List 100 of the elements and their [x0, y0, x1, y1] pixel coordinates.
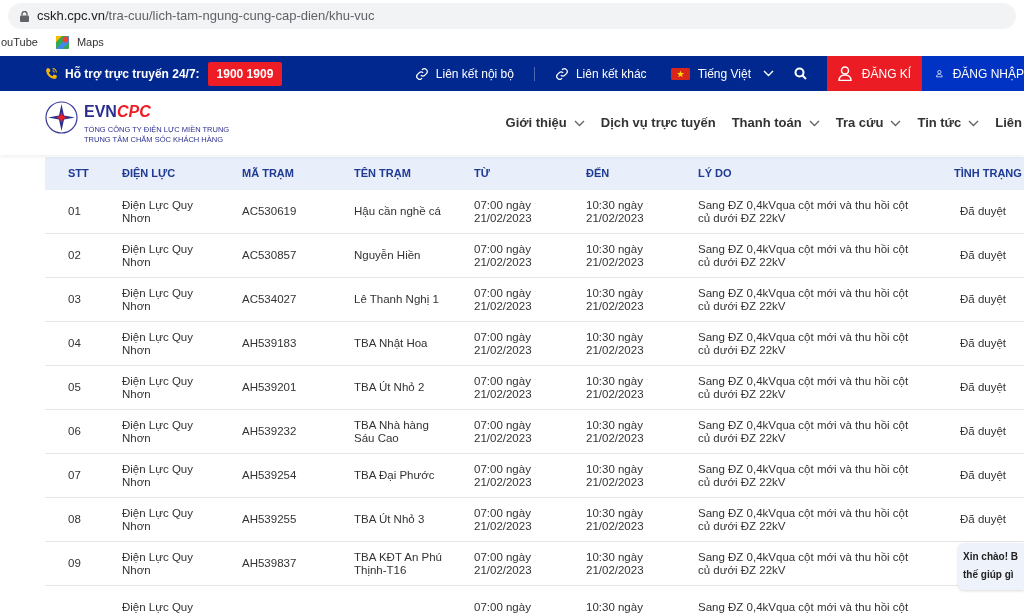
- nav-item[interactable]: Dịch vụ trực tuyến: [600, 113, 716, 133]
- nav-item[interactable]: Tin tức: [917, 113, 980, 133]
- table-cell: AH539254: [242, 469, 297, 482]
- table-cell: Điện Lực Quy Nhơn: [122, 418, 193, 445]
- top-link[interactable]: Liên kết khác: [554, 64, 647, 83]
- user-icon: [837, 66, 852, 81]
- table-cell: Đã duyệt: [960, 469, 1007, 482]
- table-cell: Sang ĐZ 0,4kVqua cột mới và thu hồi cột củ dưới ĐZ 22kV: [698, 374, 909, 401]
- table-cell: AH539837: [242, 557, 297, 570]
- chat-text: Xin chào! B: [963, 550, 1018, 564]
- hotline-number[interactable]: 1900 1909: [207, 61, 283, 86]
- table-cell: AC530857: [242, 249, 297, 262]
- table-cell: Điện Lực Quy Nhơn: [122, 462, 193, 489]
- table-cell: Đã duyệt: [960, 205, 1007, 218]
- address-bar[interactable]: cskh.cpc.vn/tra-cuu/lich-tam-ngung-cung-cap-dien/khu-vuc: [8, 3, 1016, 29]
- table-cell: AH539183: [242, 337, 297, 350]
- hotline-label: Hỗ trợ trực truyến 24/7:: [65, 65, 200, 83]
- table-cell: 01: [68, 205, 81, 218]
- table-cell: Sang ĐZ 0,4kVqua cột mới và thu hồi cột củ dưới ĐZ 22kV: [698, 198, 909, 225]
- table-cell: AH539232: [242, 425, 297, 438]
- table-cell: AC534027: [242, 293, 297, 306]
- table-cell: Sang ĐZ 0,4kVqua cột mới và thu hồi cột củ dưới ĐZ 22kV: [698, 550, 909, 577]
- table-cell: Đã duyệt: [960, 249, 1007, 262]
- nav-item[interactable]: Tra cứu: [835, 113, 902, 133]
- table-cell: 07:00 ngày 21/02/2023: [474, 330, 532, 357]
- table-cell: Lê Thanh Nghị 1: [354, 293, 439, 306]
- login-button[interactable]: ĐĂNG NHẬP: [922, 56, 1024, 91]
- language-selector[interactable]: Tiếng Việt: [670, 64, 774, 83]
- table-cell: Điện Lực Quy Nhơn: [122, 242, 193, 269]
- table-cell: Điện Lực Quy Nhơn: [122, 506, 193, 533]
- column-header: TỪ: [474, 166, 491, 182]
- link-icon: [414, 66, 429, 81]
- column-header: ĐIỆN LỰC: [122, 166, 177, 182]
- table-cell: Sang ĐZ 0,4kVqua cột mới và thu hồi cột củ dưới ĐZ 22kV: [698, 418, 909, 445]
- column-header: ĐẾN: [586, 166, 611, 182]
- table-cell: AH539201: [242, 381, 297, 394]
- table-cell: 07:00 ngày 21/02/2023: [474, 506, 532, 533]
- table-cell: Nguyễn Hiền: [354, 249, 421, 262]
- table-cell: 09: [68, 557, 81, 570]
- table-cell: Điện Lực Quy Nhơn: [122, 286, 193, 313]
- table-cell: Đã duyệt: [960, 337, 1007, 350]
- table-cell: Hậu cần nghề cá: [354, 205, 441, 218]
- table-cell: 10:30 ngày: [586, 601, 643, 614]
- table-cell: 10:30 ngày 21/02/2023: [586, 286, 644, 313]
- table-cell: TBA Đại Phước: [354, 469, 435, 482]
- chat-bubble[interactable]: Xin chào! B thế giúp gì: [958, 543, 1024, 590]
- table-cell: 10:30 ngày 21/02/2023: [586, 374, 644, 401]
- table-cell: 10:30 ngày 21/02/2023: [586, 506, 644, 533]
- table-cell: 07:00 ngày 21/02/2023: [474, 242, 532, 269]
- bookmark[interactable]: Maps: [55, 33, 104, 51]
- table-cell: 07: [68, 469, 81, 482]
- table-cell: 10:30 ngày 21/02/2023: [586, 198, 644, 225]
- table-cell: 02: [68, 249, 81, 262]
- nav-item[interactable]: Liên: [995, 113, 1022, 133]
- table-cell: 10:30 ngày 21/02/2023: [586, 462, 644, 489]
- table-cell: 07:00 ngày: [474, 601, 531, 614]
- table-cell: 10:30 ngày 21/02/2023: [586, 330, 644, 357]
- table-cell: 05: [68, 381, 81, 394]
- column-header: STT: [68, 166, 90, 182]
- table-cell: 10:30 ngày 21/02/2023: [586, 550, 644, 577]
- column-header: TÌNH TRẠNG: [954, 166, 1023, 182]
- brand-name: EVNCPC: [84, 103, 152, 121]
- table-cell: AH539255: [242, 513, 297, 526]
- table-cell: AC530619: [242, 205, 297, 218]
- table-cell: Đã duyệt: [960, 513, 1007, 526]
- map-pin-icon: [55, 35, 69, 49]
- table-cell: 07:00 ngày 21/02/2023: [474, 286, 532, 313]
- nav-item[interactable]: Thanh toán: [731, 113, 820, 133]
- nav-item[interactable]: Giới thiệu: [505, 113, 585, 133]
- lock-icon: [20, 10, 29, 22]
- table-cell: Đã duyệt: [960, 381, 1007, 394]
- table-cell: Đã duyệt: [960, 293, 1007, 306]
- phone-icon: [45, 67, 58, 80]
- table-cell: Sang ĐZ 0,4kVqua cột mới và thu hồi cột củ dưới ĐZ 22kV: [698, 330, 909, 357]
- table-cell: 08: [68, 513, 81, 526]
- url-text: cskh.cpc.vn/tra-cuu/lich-tam-ngung-cung-cap-dien/khu-vuc: [37, 7, 375, 26]
- star-emblem-icon[interactable]: [45, 101, 78, 134]
- table-cell: Sang ĐZ 0,4kVqua cột mới và thu hồi cột củ dưới ĐZ 22kV: [698, 286, 909, 313]
- table-cell: 07:00 ngày 21/02/2023: [474, 550, 532, 577]
- top-link[interactable]: Liên kết nội bộ: [414, 64, 514, 83]
- table-cell: 07:00 ngày 21/02/2023: [474, 198, 532, 225]
- table-cell: 07:00 ngày 21/02/2023: [474, 462, 532, 489]
- table-cell: Điện Lực Quy Nhơn: [122, 330, 193, 357]
- link-icon: [554, 66, 569, 81]
- chat-text: thế giúp gì: [963, 568, 1014, 582]
- search-icon: [794, 67, 807, 80]
- table-cell: 03: [68, 293, 81, 306]
- table-cell: TBA Nhật Hoa: [354, 337, 428, 350]
- table-cell: TBA Út Nhỏ 3: [354, 513, 425, 526]
- flag-icon: [670, 67, 690, 80]
- table-cell: TBA Út Nhỏ 2: [354, 381, 425, 394]
- column-header: MÃ TRẠM: [242, 166, 295, 182]
- register-button[interactable]: ĐĂNG KÍ: [827, 56, 922, 91]
- table-cell: 07:00 ngày 21/02/2023: [474, 374, 532, 401]
- table-cell: Điện Lực Quy: [122, 601, 193, 614]
- table-cell: Điện Lực Quy Nhơn: [122, 198, 193, 225]
- table-cell: Điện Lực Quy Nhơn: [122, 550, 193, 577]
- table-cell: 04: [68, 337, 81, 350]
- table-cell: Sang ĐZ 0,4kVqua cột mới và thu hồi cột củ dưới ĐZ 22kV: [698, 462, 909, 489]
- bookmark[interactable]: ouTube: [1, 33, 38, 51]
